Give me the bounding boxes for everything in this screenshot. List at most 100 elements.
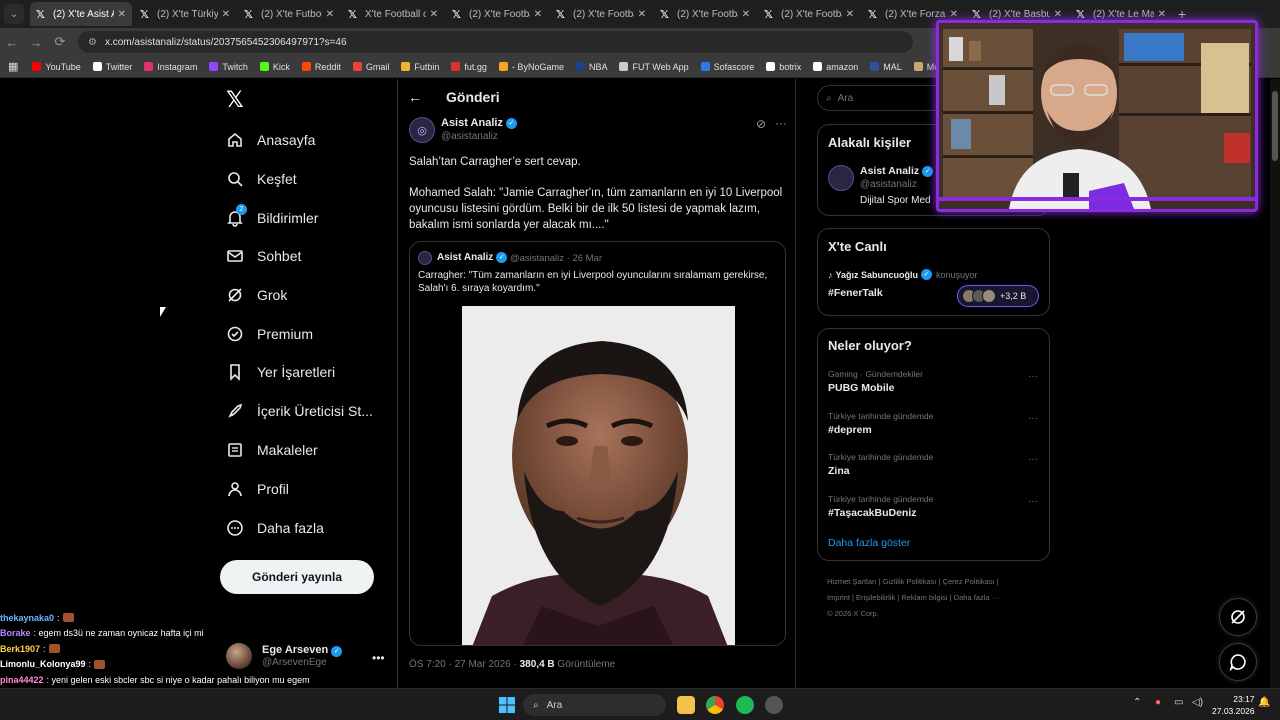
browser-tab[interactable]: 𝕏 (2) X'te Footba ✕ [654,2,756,26]
bookmark-item[interactable]: Gmail [352,62,389,72]
page-scrollbar[interactable] [1270,79,1280,688]
chat-text: : [57,612,60,623]
microphone-icon[interactable]: ● [1155,697,1161,708]
quoted-tweet[interactable]: Asist Analiz ✓ @asistanaliz · 26 Mar Carr… [409,241,786,646]
bookmark-item[interactable]: Sofascore [700,62,754,72]
panel-title: Neler oluyor? [828,338,912,353]
bookmark-item[interactable]: Twitter [92,62,132,72]
trend-more-icon[interactable]: ··· [1028,371,1038,382]
author-name[interactable]: Asist Analiz ✓ [441,117,517,129]
spotify-icon[interactable] [736,696,754,714]
file-explorer-icon[interactable] [677,696,695,714]
bookmark-item[interactable]: Kick [259,62,290,72]
bookmark-item[interactable]: Instagram [144,62,197,72]
network-icon[interactable]: ▭ [1174,697,1183,708]
account-more-icon[interactable]: ••• [372,651,385,665]
post-button[interactable]: Gönderi yayınla [220,560,374,594]
footer-links-row[interactable]: Imprint | Erişilebilirlik | Reklam bilgi… [827,590,1047,606]
more-circle-icon [226,519,244,537]
x-logo-icon[interactable]: 𝕏 [226,87,244,113]
nav-item-verified[interactable]: Premium [226,325,313,343]
trend-item[interactable]: #deprem [828,424,872,436]
close-icon[interactable]: ✕ [222,9,230,20]
nav-label: Bildirimler [257,210,319,226]
tab-search-button[interactable]: ⌄ [4,4,24,24]
system-clock[interactable]: 23:17 27.03.2026 [1212,693,1255,717]
reload-button[interactable]: ⟳ [48,34,72,50]
bookmark-item[interactable]: Reddit [301,62,341,72]
bookmark-item[interactable]: FUT Web App [619,62,689,72]
close-icon[interactable]: ✕ [742,9,750,20]
messages-float-button[interactable] [1219,643,1257,681]
browser-tab[interactable]: 𝕏 (2) X'te Footba ✕ [446,2,548,26]
nav-item-grok[interactable]: Grok [226,286,287,304]
bookmark-item[interactable]: amazon [813,62,858,72]
nav-item-home[interactable]: Anasayfa [226,131,315,149]
close-icon[interactable]: ✕ [326,9,334,20]
show-more-link[interactable]: Daha fazla göster [828,537,910,549]
bookmark-item[interactable]: Twitch [209,62,248,72]
close-icon[interactable]: ✕ [534,9,542,20]
bookmark-item[interactable]: YouTube [32,62,81,72]
bookmark-item[interactable]: NBA [575,62,607,72]
trend-item[interactable]: #TaşacakBuDeniz [828,507,917,519]
live-listeners-button[interactable]: +3,2 B [957,285,1039,307]
back-arrow-icon[interactable]: ← [408,89,422,105]
nav-item-rocket[interactable]: İçerik Üreticisi St... [226,402,373,420]
nav-item-bell[interactable]: 2 Bildirimler [226,204,319,227]
nav-item-article[interactable]: Makaleler [226,441,318,459]
taskbar-search[interactable]: ⌕ Ara [523,694,666,716]
close-icon[interactable]: ✕ [430,9,438,20]
trend-item[interactable]: PUBG Mobile [828,382,895,394]
related-name[interactable]: Asist Analiz ✓ [860,165,934,177]
author-handle[interactable]: @asistanaliz [441,131,498,142]
browser-tab[interactable]: 𝕏 (2) X'te Footba ✕ [758,2,860,26]
chevron-up-icon[interactable]: ⌃ [1133,697,1141,708]
avatar[interactable] [828,165,854,191]
nav-label: Profil [257,481,289,497]
close-icon[interactable]: ✕ [846,9,854,20]
close-icon[interactable]: ✕ [950,9,958,20]
nav-item-search[interactable]: Keşfet [226,170,297,188]
apps-grid-icon[interactable]: ▦ [8,60,18,73]
bookmark-item[interactable]: Futbin [401,62,439,72]
grok-icon[interactable]: ⊘ [756,117,766,131]
chrome-icon[interactable] [706,696,724,714]
bookmark-item[interactable]: MAL [870,62,902,72]
browser-tab[interactable]: 𝕏 (2) X'te Asist A ✕ [30,2,132,26]
url-input[interactable]: ⚙ x.com/asistanaliz/status/2037565452306… [78,31,913,53]
browser-tab[interactable]: 𝕏 (2) X'te Futbol ✕ [238,2,340,26]
bookmark-item[interactable]: - ByNoGame [498,62,564,72]
nav-item-bookmark[interactable]: Yer İşaretleri [226,363,335,381]
scroll-thumb[interactable] [1272,91,1278,161]
browser-tab[interactable]: 𝕏 (2) X'te Türkiye ✕ [134,2,236,26]
more-icon[interactable]: ··· [775,116,787,130]
trend-more-icon[interactable]: ··· [1028,413,1038,424]
close-icon[interactable]: ✕ [1158,9,1166,20]
browser-tab[interactable]: 𝕏 (2) X'te Footba ✕ [550,2,652,26]
nav-item-mail[interactable]: Sohbet [226,247,301,265]
nav-item-person[interactable]: Profil [226,480,289,498]
notification-bell-icon[interactable]: 🔔 [1258,697,1270,708]
trend-more-icon[interactable]: ··· [1028,496,1038,507]
trend-more-icon[interactable]: ··· [1028,454,1038,465]
volume-icon[interactable]: ◁) [1192,697,1203,708]
windows-start-icon[interactable] [499,697,515,713]
forward-button[interactable]: → [24,35,48,50]
live-topic[interactable]: #FenerTalk [828,287,883,299]
bookmark-item[interactable]: botrix [766,62,801,72]
nav-item-more-circle[interactable]: Daha fazla [226,519,324,537]
close-icon[interactable]: ✕ [118,9,126,20]
bookmark-item[interactable]: fut.gg [451,62,487,72]
trend-item[interactable]: Zina [828,465,850,477]
close-icon[interactable]: ✕ [1054,9,1062,20]
grok-float-button[interactable] [1219,598,1257,636]
player-photo[interactable] [462,306,735,645]
browser-tab[interactable]: 𝕏 X'te Football o ✕ [342,2,444,26]
close-icon[interactable]: ✕ [638,9,646,20]
footer-links-row[interactable]: Hizmet Şartları | Gizlilik Politikası | … [827,574,1047,590]
back-button[interactable]: ← [0,35,24,50]
author-avatar[interactable]: ◎ [409,117,435,143]
site-info-icon[interactable]: ⚙ [88,37,97,48]
app-icon[interactable] [765,696,783,714]
